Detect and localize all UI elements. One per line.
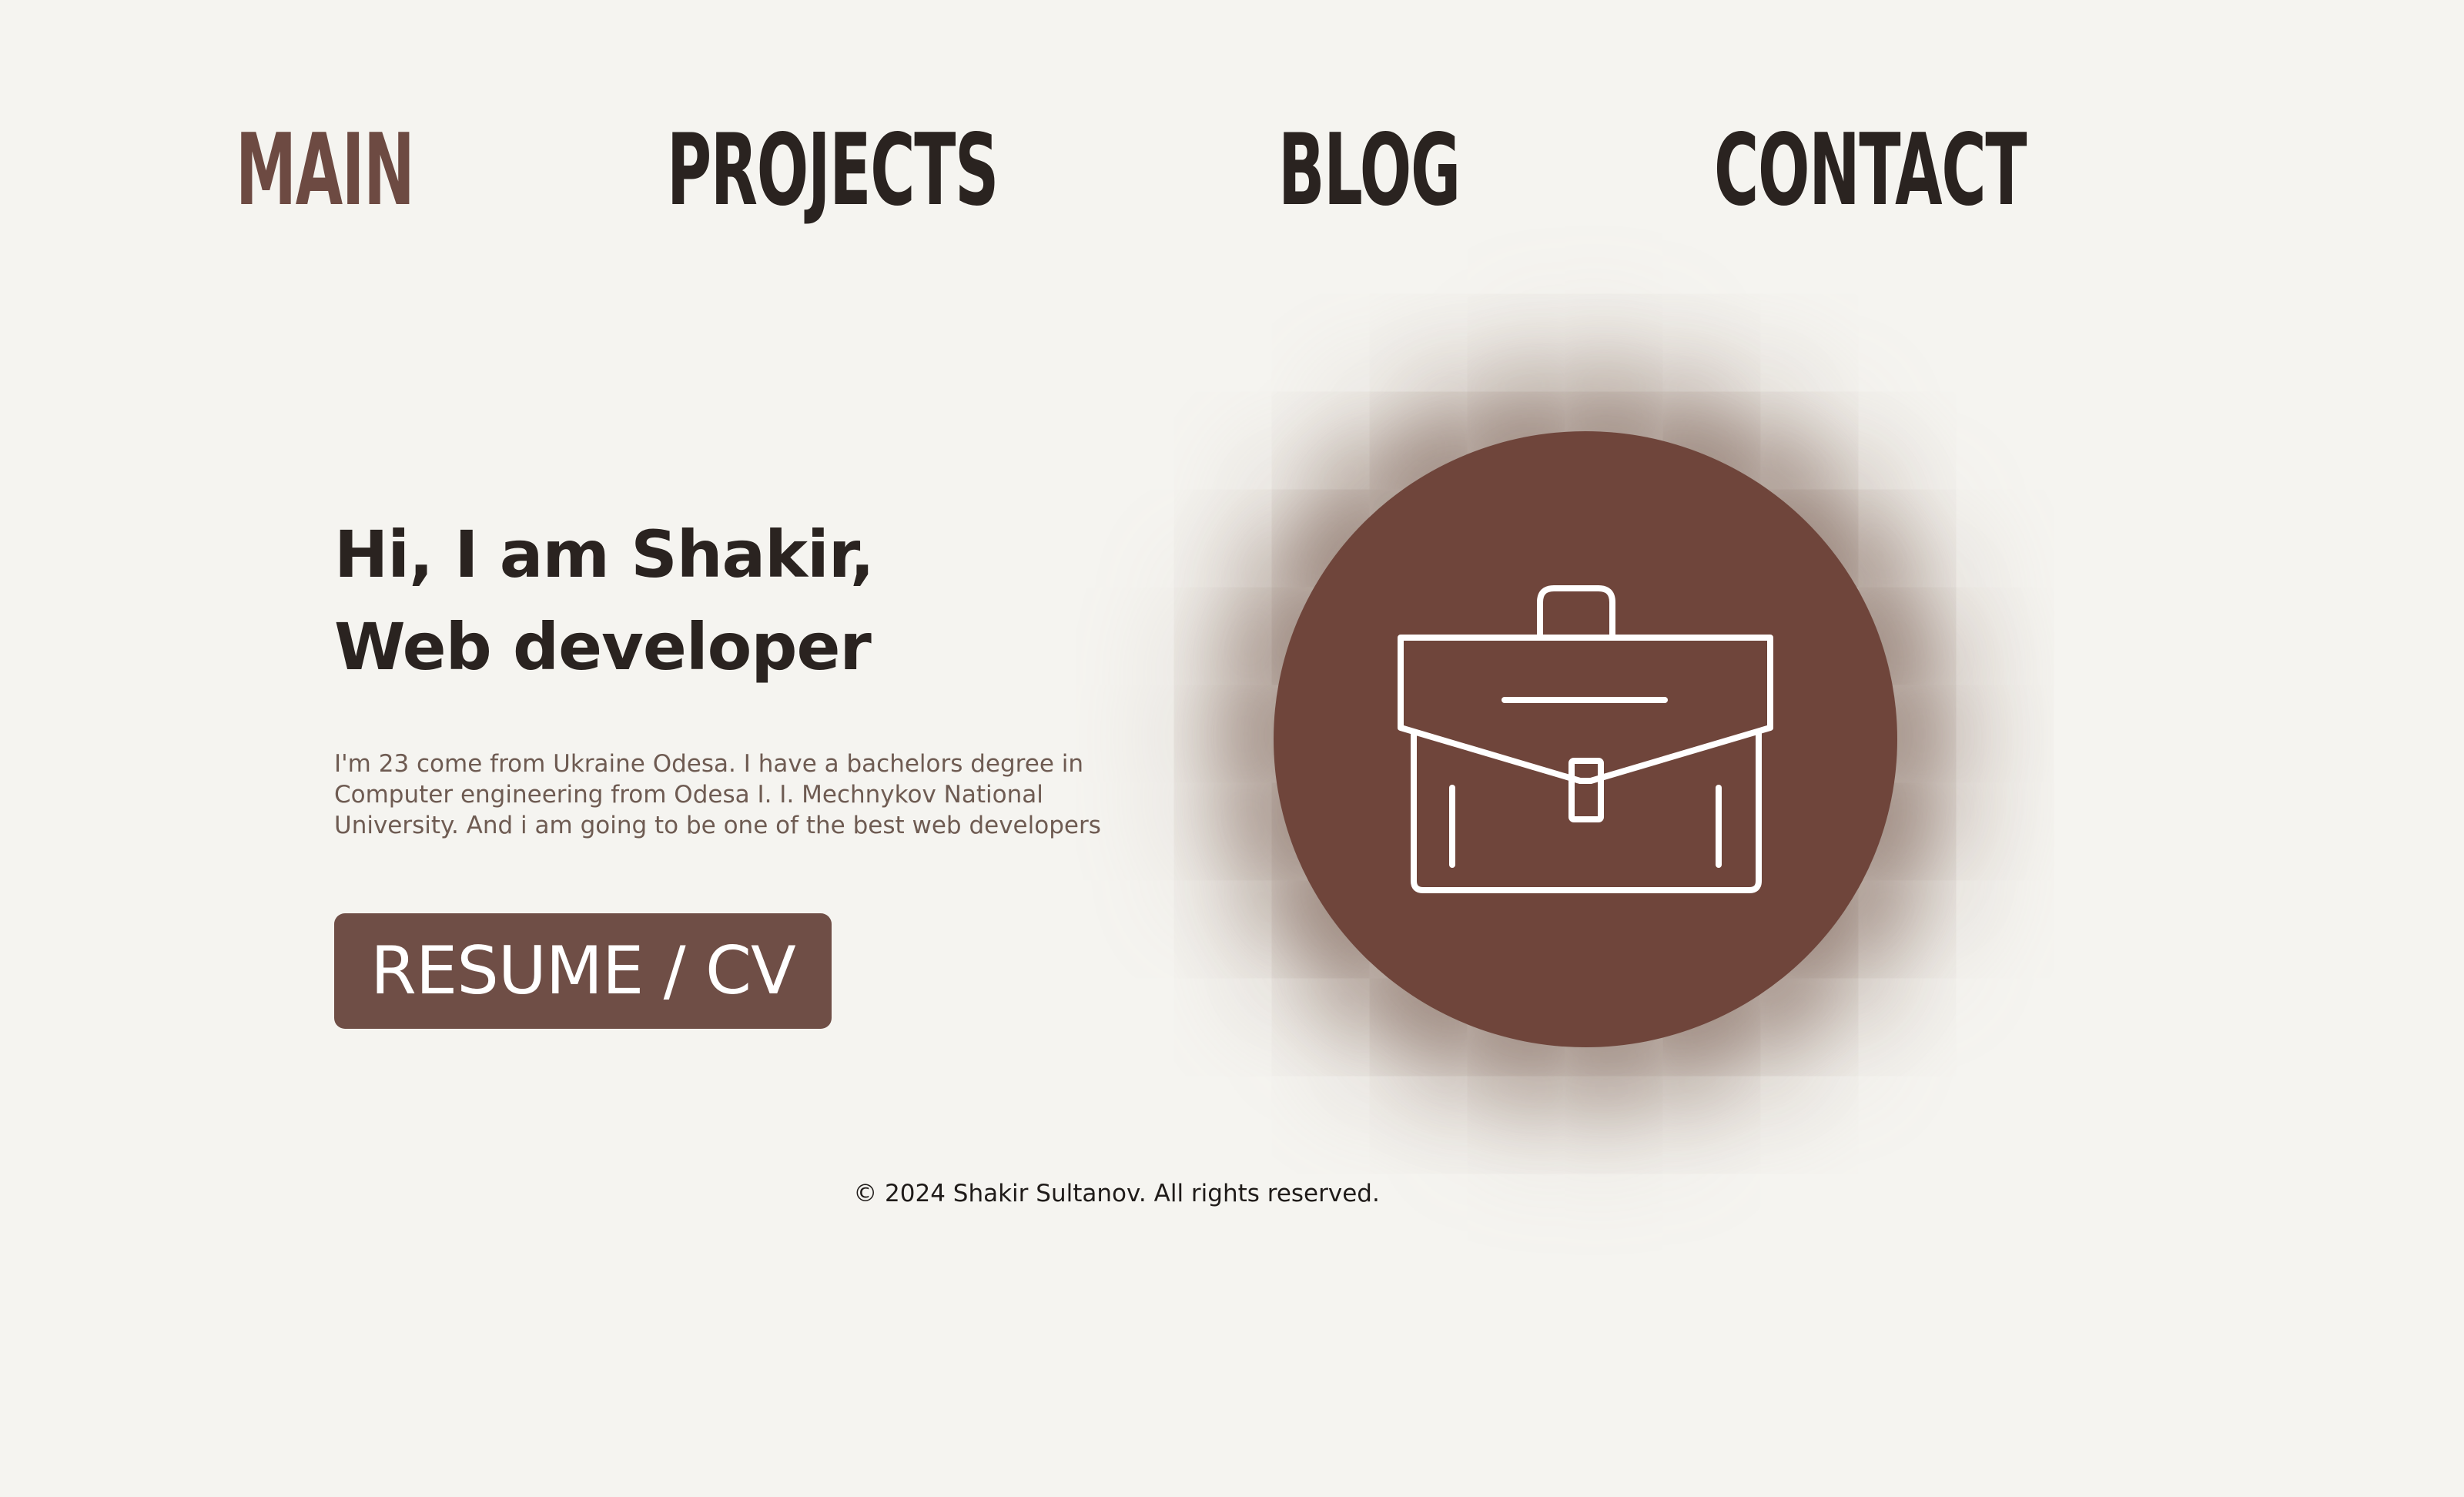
nav-link-contact[interactable]: CONTACT xyxy=(1714,109,2027,233)
nav-link-blog[interactable]: BLOG xyxy=(1278,109,1461,233)
nav-link-main[interactable]: MAIN xyxy=(236,109,415,233)
briefcase-icon xyxy=(1398,585,1773,893)
hero-headline: Hi, I am Shakir, Web developer xyxy=(334,508,875,693)
hero-greeting: Hi, I am Shakir, xyxy=(334,517,875,592)
hero-bio: I'm 23 come from Ukraine Odesa. I have a… xyxy=(334,750,1101,839)
copyright-text: © 2024 Shakir Sultanov. All rights reser… xyxy=(853,1180,1380,1207)
nav-link-projects[interactable]: PROJECTS xyxy=(667,109,999,233)
resume-cv-button[interactable]: RESUME / CV xyxy=(334,913,832,1029)
hero-role: Web developer xyxy=(334,609,872,685)
